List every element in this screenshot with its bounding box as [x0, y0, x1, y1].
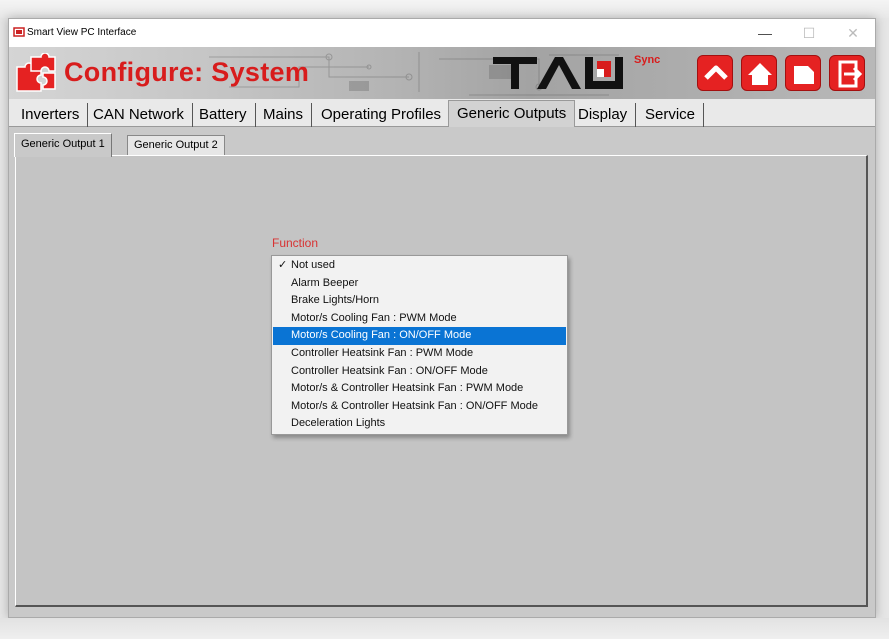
dropdown-option[interactable]: Controller Heatsink Fan : ON/OFF Mode	[273, 363, 566, 381]
generic-output-panel: Function ✓ Not used Alarm Beeper Brake Li…	[15, 155, 868, 607]
dropdown-option[interactable]: Deceleration Lights	[273, 415, 566, 433]
tau-logo	[493, 57, 623, 89]
exit-button[interactable]	[785, 55, 821, 91]
function-dropdown-list[interactable]: ✓ Not used Alarm Beeper Brake Lights/Horn…	[271, 255, 568, 435]
maximize-button[interactable]: ☐	[787, 19, 831, 47]
tab-inverters[interactable]: Inverters	[13, 103, 89, 127]
app-window: Smart View PC Interface — ☐ ✕ Configure:…	[8, 18, 876, 618]
brand-suffix: Sync	[634, 54, 661, 66]
tab-generic-outputs[interactable]: Generic Outputs	[448, 100, 576, 128]
dropdown-option-highlighted[interactable]: Motor/s Cooling Fan : ON/OFF Mode	[273, 327, 566, 345]
dropdown-option[interactable]: Motor/s & Controller Heatsink Fan : ON/O…	[273, 398, 566, 416]
tab-service[interactable]: Service	[637, 103, 705, 127]
title-bar: Smart View PC Interface — ☐ ✕	[9, 19, 875, 47]
main-tab-bar: Inverters CAN Network Battery Mains Oper…	[9, 99, 875, 128]
tab-operating-profiles[interactable]: Operating Profiles	[313, 103, 451, 127]
dropdown-option[interactable]: Controller Heatsink Fan : PWM Mode	[273, 345, 566, 363]
header-banner: Configure: System Sync	[9, 47, 875, 99]
dropdown-option[interactable]: Alarm Beeper	[273, 275, 566, 293]
window-title: Smart View PC Interface	[27, 27, 137, 38]
logout-icon	[838, 60, 863, 88]
exit-icon	[794, 66, 814, 84]
page-title: Configure: System	[64, 57, 310, 87]
dropdown-option[interactable]: ✓ Not used	[273, 257, 566, 275]
subtab-generic-output-1[interactable]: Generic Output 1	[14, 133, 112, 157]
tab-can-network[interactable]: CAN Network	[85, 103, 193, 127]
desktop-background	[0, 0, 889, 18]
desktop-background-bottom	[0, 618, 889, 639]
close-button[interactable]: ✕	[831, 19, 875, 47]
up-icon	[704, 65, 728, 80]
dropdown-option[interactable]: Motor/s & Controller Heatsink Fan : PWM …	[273, 380, 566, 398]
tab-display[interactable]: Display	[570, 103, 637, 127]
tab-battery[interactable]: Battery	[191, 103, 256, 127]
dropdown-option[interactable]: Motor/s Cooling Fan : PWM Mode	[273, 310, 566, 328]
function-label: Function	[272, 236, 319, 250]
minimize-button[interactable]: —	[743, 19, 787, 47]
up-button[interactable]	[697, 55, 733, 91]
subtab-generic-output-2[interactable]: Generic Output 2	[127, 135, 225, 155]
home-icon	[748, 63, 772, 85]
puzzle-logo-icon	[16, 53, 56, 92]
app-icon	[13, 27, 25, 37]
logout-button[interactable]	[829, 55, 865, 91]
dropdown-option[interactable]: Brake Lights/Horn	[273, 292, 566, 310]
check-icon: ✓	[278, 259, 288, 271]
tab-mains[interactable]: Mains	[255, 103, 313, 127]
content-area: Function ✓ Not used Alarm Beeper Brake Li…	[9, 127, 875, 617]
home-button[interactable]	[741, 55, 777, 91]
